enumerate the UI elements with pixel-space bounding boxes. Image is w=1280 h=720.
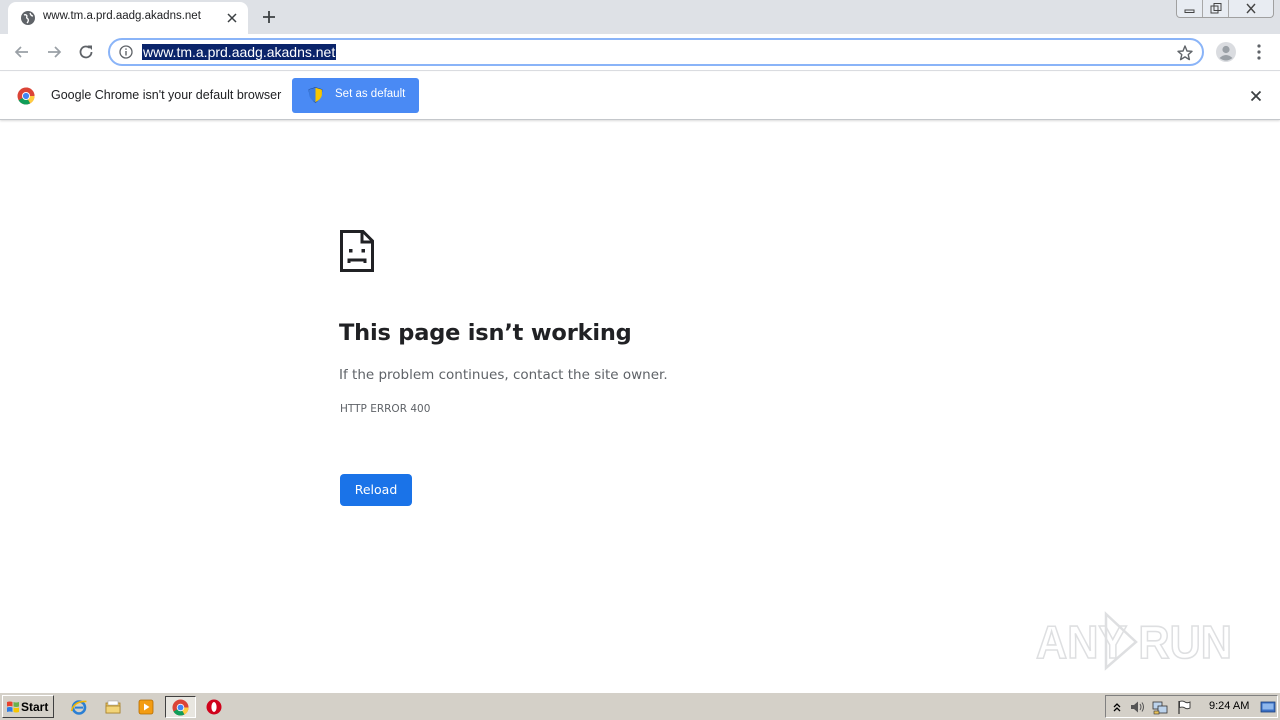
show-desktop-icon[interactable] (1260, 699, 1276, 715)
close-window-button[interactable] (1229, 0, 1273, 17)
windows-flag-icon (7, 701, 19, 713)
close-icon[interactable] (224, 10, 240, 26)
browser-tab[interactable]: www.tm.a.prd.aadg.akadns.net (8, 2, 248, 34)
minimize-icon (1184, 9, 1194, 13)
windows-taskbar: Start 9:24 AM (0, 692, 1280, 720)
info-icon[interactable] (119, 45, 133, 59)
ie-icon[interactable] (70, 698, 88, 716)
set-as-default-label: Set as default (335, 88, 406, 100)
error-title: This page isn’t working (339, 320, 632, 346)
action-center-flag-icon[interactable] (1176, 699, 1192, 715)
close-window-icon (1246, 3, 1256, 14)
system-tray: 9:24 AM (1105, 695, 1278, 718)
minimize-button[interactable] (1177, 0, 1203, 17)
chrome-logo-icon (17, 87, 35, 105)
set-as-default-button[interactable]: Set as default (292, 78, 419, 113)
chrome-icon (172, 699, 189, 716)
infobar-message: Google Chrome isn't your default browser (51, 88, 282, 102)
error-message: If the problem continues, contact the si… (339, 367, 668, 383)
watermark-text: ANY RUN (1036, 616, 1232, 668)
forward-arrow-icon[interactable] (44, 42, 64, 62)
tab-strip: www.tm.a.prd.aadg.akadns.net (0, 0, 1280, 34)
menu-dots-icon[interactable] (1250, 42, 1268, 62)
anyrun-watermark: ANY RUN (1036, 611, 1233, 671)
window-controls (1176, 0, 1274, 18)
url-text[interactable]: www.tm.a.prd.aadg.akadns.net (142, 44, 337, 60)
profile-avatar-icon[interactable] (1215, 41, 1237, 63)
reload-button[interactable]: Reload (340, 474, 412, 506)
default-browser-infobar: Google Chrome isn't your default browser… (0, 72, 1280, 120)
browser-toolbar: www.tm.a.prd.aadg.akadns.net (0, 34, 1280, 71)
volume-icon[interactable] (1129, 699, 1145, 715)
network-icon[interactable] (1152, 699, 1168, 715)
opera-icon[interactable] (205, 698, 223, 716)
new-tab-icon[interactable] (260, 8, 278, 26)
media-player-icon[interactable] (137, 698, 155, 716)
uac-shield-icon (308, 87, 323, 103)
show-hidden-icons-icon[interactable] (1109, 699, 1125, 715)
bookmark-star-icon[interactable] (1176, 44, 1194, 62)
back-arrow-icon[interactable] (12, 42, 32, 62)
chrome-taskbar-button[interactable] (165, 696, 196, 718)
tab-title: www.tm.a.prd.aadg.akadns.net (43, 10, 201, 22)
globe-icon (21, 11, 35, 25)
explorer-icon[interactable] (104, 698, 122, 716)
restore-button[interactable] (1203, 0, 1229, 17)
start-label: Start (21, 700, 49, 714)
reload-icon[interactable] (76, 42, 96, 62)
address-bar[interactable]: www.tm.a.prd.aadg.akadns.net (108, 38, 1204, 66)
taskbar-clock[interactable]: 9:24 AM (1209, 700, 1249, 712)
restore-icon (1210, 3, 1221, 14)
start-button[interactable]: Start (2, 695, 54, 718)
error-code: HTTP ERROR 400 (340, 403, 431, 415)
sad-page-icon (340, 230, 374, 272)
close-icon[interactable] (1248, 88, 1264, 104)
